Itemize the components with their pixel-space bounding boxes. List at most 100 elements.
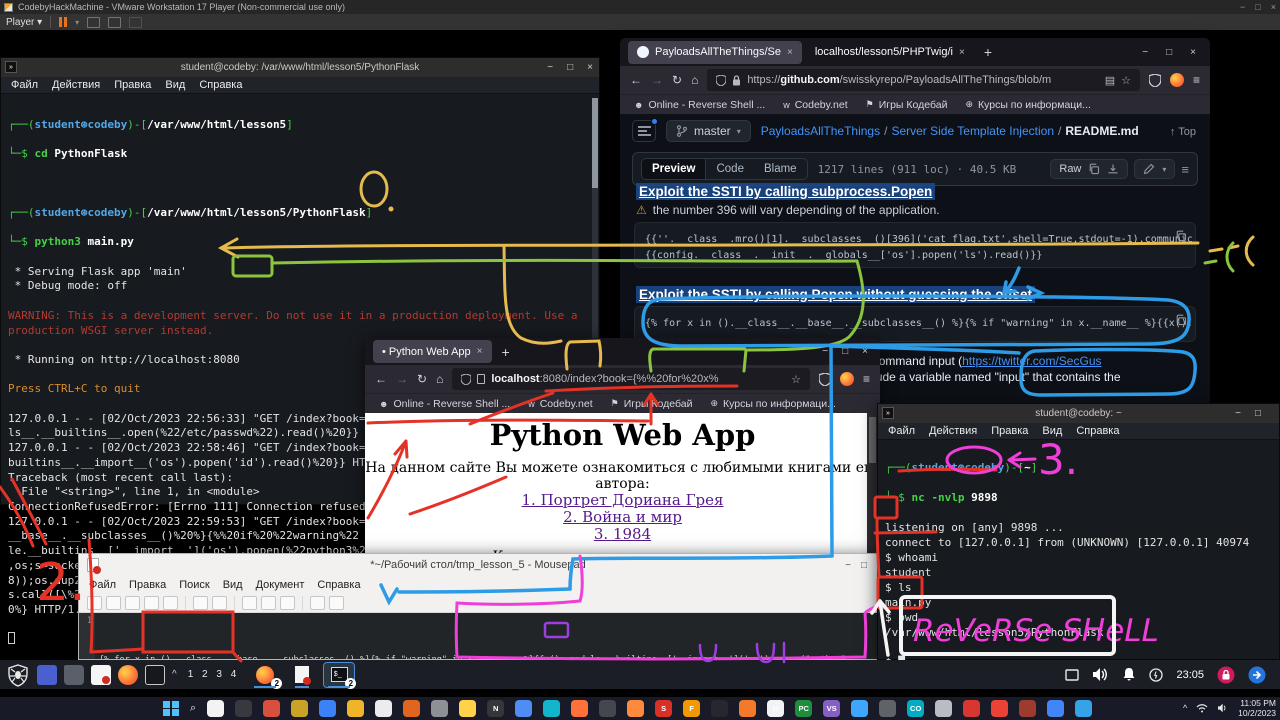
vmware-close-button[interactable]: × — [1271, 2, 1276, 12]
windows-start-button[interactable] — [163, 701, 179, 717]
menu-item[interactable]: Справка — [1076, 425, 1119, 437]
redo-icon[interactable] — [212, 596, 227, 610]
pinned-app-icon[interactable]: U — [767, 700, 784, 717]
pinned-app-icon[interactable] — [879, 700, 896, 717]
pinned-app-icon[interactable]: S — [655, 700, 672, 717]
book-link-3[interactable]: 3. 1984 — [365, 526, 880, 543]
bookmark-item[interactable]: ⚑Игры Кодебай — [866, 99, 948, 111]
pinned-app-icon[interactable] — [291, 700, 308, 717]
pinned-app-icon[interactable] — [459, 700, 476, 717]
back-button[interactable]: ← — [375, 372, 387, 386]
menu-item[interactable]: Вид — [223, 579, 243, 591]
copy-icon[interactable] — [1175, 314, 1187, 326]
branch-selector[interactable]: master ▾ — [666, 120, 751, 142]
minimize-button[interactable]: − — [547, 62, 553, 73]
display-settings-icon[interactable] — [37, 665, 57, 685]
panel-expand-icon[interactable]: ^ — [172, 669, 177, 680]
tab-code[interactable]: Code — [706, 159, 754, 179]
new-tab-button[interactable]: + — [984, 44, 992, 60]
new-tab-button[interactable]: + — [502, 344, 510, 360]
pause-icon[interactable] — [59, 17, 67, 27]
bookmark-star-icon[interactable]: ☆ — [791, 373, 801, 386]
url-bar[interactable]: https://github.com/swisskyrepo/PayloadsA… — [707, 69, 1140, 91]
file-manager-icon[interactable] — [64, 665, 84, 685]
tab-close-icon[interactable]: × — [959, 47, 965, 58]
tracking-shield-icon[interactable] — [819, 373, 831, 386]
menu-item[interactable]: Правка — [991, 425, 1028, 437]
bookmark-item[interactable]: wCodeby.net — [528, 398, 592, 410]
pinned-app-icon[interactable]: CO — [907, 700, 924, 717]
pinned-app-icon[interactable] — [403, 700, 420, 717]
bookmark-item[interactable]: ☻Online - Reverse Shell ... — [379, 398, 510, 410]
pinned-app-icon[interactable]: PC — [795, 700, 812, 717]
menu-item[interactable]: Файл — [89, 579, 116, 591]
pinned-app-icon[interactable] — [739, 700, 756, 717]
tab-preview[interactable]: Preview — [642, 159, 706, 179]
hamburger-menu-icon[interactable]: ≡ — [1193, 73, 1200, 87]
copy-icon[interactable] — [261, 596, 276, 610]
pinned-app-icon[interactable] — [235, 700, 252, 717]
firefox-account-icon[interactable] — [1170, 73, 1184, 87]
home-button[interactable]: ⌂ — [691, 73, 698, 87]
taskbar-mousepad-window-button[interactable] — [287, 663, 317, 687]
volume-icon[interactable] — [1217, 703, 1229, 713]
bookmark-item[interactable]: ⊕Курсы по информаци... — [965, 99, 1090, 111]
pinned-app-icon[interactable] — [263, 700, 280, 717]
minimize-button[interactable]: − — [822, 346, 828, 357]
close-button[interactable]: × — [862, 346, 868, 357]
maximize-button[interactable]: □ — [567, 62, 573, 73]
firefox-launcher-icon[interactable] — [118, 665, 138, 685]
hamburger-menu-icon[interactable]: ≡ — [863, 372, 870, 386]
paste-icon[interactable] — [280, 596, 295, 610]
vmware-minimize-button[interactable]: − — [1240, 2, 1245, 12]
menu-item[interactable]: Справка — [199, 79, 242, 91]
vpn-lock-icon[interactable] — [1217, 666, 1235, 684]
book-link-2[interactable]: 2. Война и мир — [365, 509, 880, 526]
shield-icon[interactable] — [461, 374, 471, 385]
mousepad-titlebar[interactable]: *~/Рабочий стол/tmp_lesson_5 - Mousepad … — [79, 554, 877, 576]
close-button[interactable]: × — [1190, 47, 1196, 58]
pinned-app-icon[interactable] — [599, 700, 616, 717]
tracking-shield-icon[interactable] — [1149, 74, 1161, 87]
host-clock[interactable]: 11:05 PM10/2/2023 — [1238, 698, 1276, 718]
terminal1-titlebar[interactable]: » student@codeby: /var/www/html/lesson5/… — [1, 58, 599, 77]
pinned-app-icon[interactable]: N — [487, 700, 504, 717]
copy-icon[interactable] — [1088, 163, 1100, 175]
code-block-1[interactable]: {{''.__class__.mro()[1].__subclasses__()… — [634, 222, 1196, 268]
pinned-app-icon[interactable] — [1047, 700, 1064, 717]
menu-item[interactable]: Действия — [52, 79, 100, 91]
edit-button-group[interactable]: ▾ — [1134, 159, 1175, 179]
close-button[interactable]: × — [587, 62, 593, 73]
menu-item[interactable]: Поиск — [179, 579, 209, 591]
pinned-app-icon[interactable] — [515, 700, 532, 717]
terminal2-titlebar[interactable]: » student@codeby: ~ − □ — [878, 404, 1279, 423]
tab-payloadsallthethings[interactable]: PayloadsAllTheThings/Se × — [628, 41, 802, 64]
back-to-top-link[interactable]: ↑ Top — [1170, 126, 1196, 138]
pinned-app-icon[interactable]: F — [683, 700, 700, 717]
new-file-icon[interactable] — [87, 596, 102, 610]
menu-item[interactable]: Действия — [929, 425, 977, 437]
pinned-app-icon[interactable] — [851, 700, 868, 717]
pinned-app-icon[interactable] — [627, 700, 644, 717]
pinned-app-icon[interactable] — [963, 700, 980, 717]
vmware-maximize-button[interactable]: □ — [1255, 2, 1260, 12]
raw-button-group[interactable]: Raw — [1050, 159, 1128, 179]
workspace-switcher[interactable]: 1 2 3 4 — [188, 669, 240, 680]
window-list-icon[interactable] — [1065, 669, 1079, 681]
menu-item[interactable]: Правка — [129, 579, 166, 591]
taskbar-terminal-window-button[interactable]: $_ 2 — [324, 663, 354, 687]
search-icon[interactable]: ⌕ — [190, 702, 196, 715]
minimize-button[interactable]: − — [1235, 408, 1241, 419]
kali-bug-logo-icon[interactable] — [6, 663, 30, 687]
code-block-2[interactable]: {% for x in ().__class__.__base__.__subc… — [634, 306, 1196, 342]
pause-caret-icon[interactable]: ▾ — [75, 18, 79, 27]
outline-icon[interactable]: ≡ — [1181, 162, 1189, 177]
undo-icon[interactable] — [193, 596, 208, 610]
print-icon[interactable] — [163, 596, 178, 610]
save-icon[interactable] — [125, 596, 140, 610]
send-ctrl-alt-del-icon[interactable] — [87, 17, 100, 28]
pencil-icon[interactable] — [1143, 163, 1155, 175]
reload-button[interactable]: ↻ — [672, 73, 682, 87]
pinned-app-icon[interactable] — [347, 700, 364, 717]
wifi-icon[interactable] — [1196, 703, 1208, 713]
